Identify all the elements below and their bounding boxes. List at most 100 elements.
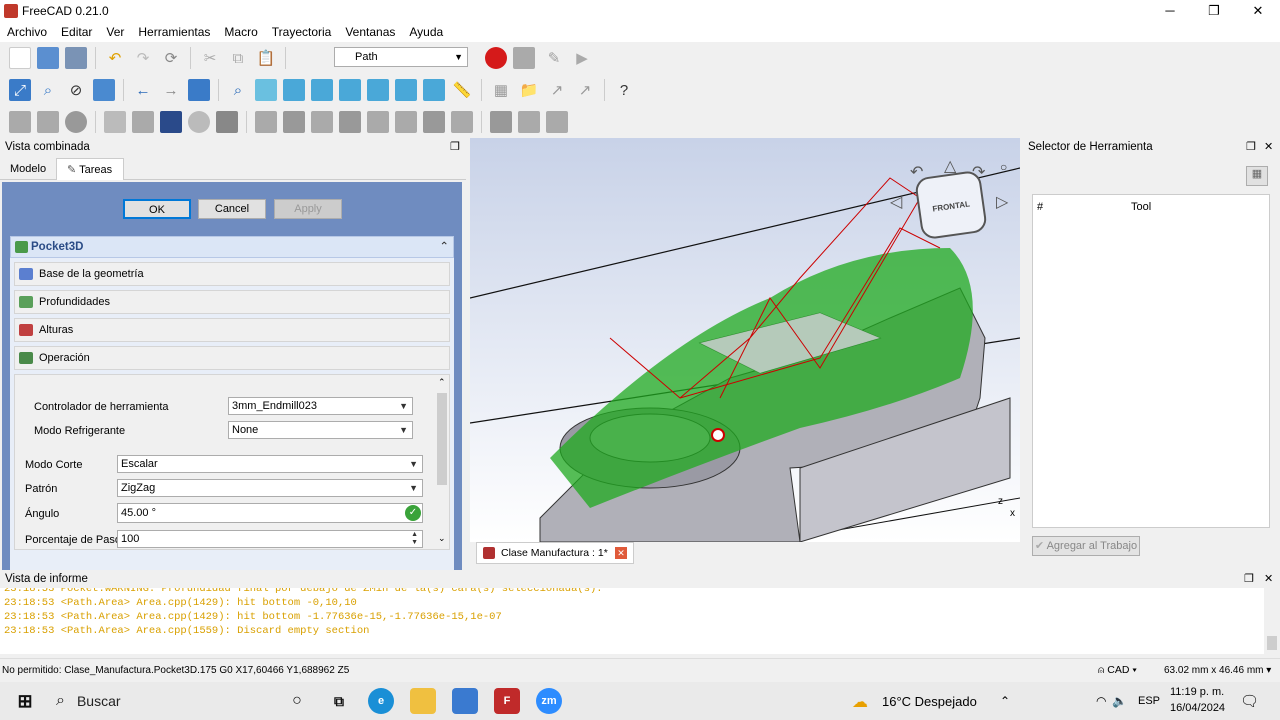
stop-macro-icon[interactable] xyxy=(513,47,535,69)
helix-icon[interactable] xyxy=(339,111,361,133)
3d-viewport[interactable]: ↶ △ ↷ ○ ◁ ▷ FRONTAL z x xyxy=(470,138,1020,542)
tool-library-button-icon[interactable]: ▦ xyxy=(1246,166,1268,186)
drilling-icon[interactable] xyxy=(451,111,473,133)
navcube-face[interactable]: FRONTAL xyxy=(914,169,988,241)
view-top-icon[interactable] xyxy=(311,79,333,101)
tool-controller-select[interactable]: 3mm_Endmill023 ▼ xyxy=(228,397,413,415)
tab-tareas[interactable]: ✎ Tareas xyxy=(56,158,124,180)
cancel-button[interactable]: Cancel xyxy=(198,199,266,219)
undo-icon[interactable]: ↶ xyxy=(104,47,126,69)
save-icon[interactable] xyxy=(65,47,87,69)
navcube-right-icon[interactable]: ▷ xyxy=(996,192,1008,212)
inspect-icon[interactable] xyxy=(132,111,154,133)
link-actions-icon[interactable]: ↗ xyxy=(574,79,596,101)
menu-herramientas[interactable]: Herramientas xyxy=(131,25,217,39)
close-tab-icon[interactable]: ✕ xyxy=(615,547,627,559)
tool-table[interactable]: # Tool xyxy=(1032,194,1270,528)
ok-button[interactable]: OK xyxy=(123,199,191,219)
apply-button[interactable]: Apply xyxy=(274,199,342,219)
engrave-icon[interactable] xyxy=(423,111,445,133)
forward-icon[interactable]: → xyxy=(160,79,182,101)
clock-time[interactable]: 11:19 p. m. xyxy=(1170,686,1224,698)
paste-icon[interactable]: 📋 xyxy=(255,47,277,69)
close-button[interactable]: ✕ xyxy=(1236,0,1280,22)
float-tool-panel-icon[interactable]: ❐ xyxy=(1246,140,1256,153)
dressup-icon[interactable] xyxy=(104,111,126,133)
navcube-left-icon[interactable]: ◁ xyxy=(890,192,902,212)
freecad-taskbar-icon[interactable]: F xyxy=(494,688,520,714)
zoom-icon[interactable]: ⌕ xyxy=(227,79,249,101)
coolant-select[interactable]: None ▼ xyxy=(228,421,413,439)
notifications-icon[interactable]: 🗨 xyxy=(1240,692,1259,710)
sanity-icon[interactable] xyxy=(65,111,87,133)
cut-icon[interactable]: ✂ xyxy=(199,47,221,69)
cortana-icon[interactable]: ○ xyxy=(284,688,310,714)
adaptive-icon[interactable] xyxy=(367,111,389,133)
collapse-icon[interactable]: ⌃ xyxy=(439,237,449,257)
col-tool-header[interactable]: Tool xyxy=(1131,201,1151,213)
edit-macro-icon[interactable]: ✎ xyxy=(543,47,565,69)
form-scrollbar[interactable]: ⌃ ⌄ xyxy=(435,375,449,549)
sync-view-icon[interactable] xyxy=(188,79,210,101)
close-tool-panel-icon[interactable]: ✕ xyxy=(1264,140,1273,153)
redo-icon[interactable]: ↷ xyxy=(132,47,154,69)
profile-icon[interactable] xyxy=(255,111,277,133)
fit-selection-icon[interactable]: ⌕ xyxy=(37,79,59,101)
slot-icon[interactable] xyxy=(395,111,417,133)
whats-this-icon[interactable]: ? xyxy=(613,79,635,101)
tray-chevron-icon[interactable]: ⌃ xyxy=(1000,694,1010,708)
minimize-button[interactable]: ─ xyxy=(1148,0,1192,22)
vcarve-icon[interactable] xyxy=(546,111,568,133)
menu-editar[interactable]: Editar xyxy=(54,25,99,39)
maximize-button[interactable]: ❐ xyxy=(1192,0,1236,22)
document-tab[interactable]: Clase Manufactura : 1* ✕ xyxy=(476,542,634,564)
section-depths[interactable]: Profundidades xyxy=(14,290,450,314)
back-icon[interactable]: ← xyxy=(132,79,154,101)
link-icon[interactable]: ↗ xyxy=(546,79,568,101)
zoom-app-icon[interactable]: zm xyxy=(536,688,562,714)
view-front-icon[interactable] xyxy=(283,79,305,101)
view-bottom-icon[interactable] xyxy=(395,79,417,101)
pattern-select[interactable]: ZigZag ▼ xyxy=(117,479,423,497)
face-icon[interactable] xyxy=(311,111,333,133)
menu-archivo[interactable]: Archivo xyxy=(0,25,54,39)
taskbar-search[interactable]: ⌕ Buscar xyxy=(46,682,276,720)
report-scrollbar[interactable] xyxy=(1264,588,1280,654)
menu-ayuda[interactable]: Ayuda xyxy=(402,25,450,39)
record-macro-icon[interactable] xyxy=(485,47,507,69)
view-left-icon[interactable] xyxy=(423,79,445,101)
navigation-style[interactable]: ⍝ CAD ▾ xyxy=(1098,664,1137,677)
add-to-job-button[interactable]: ✔ Agregar al Trabajo xyxy=(1032,536,1140,556)
waterline-icon[interactable] xyxy=(518,111,540,133)
close-report-icon[interactable]: ✕ xyxy=(1264,572,1273,585)
job-icon[interactable] xyxy=(9,111,31,133)
simulator-icon[interactable] xyxy=(160,111,182,133)
view-right-icon[interactable] xyxy=(339,79,361,101)
file-explorer-icon[interactable] xyxy=(410,688,436,714)
navcube-menu-icon[interactable]: ○ xyxy=(1000,160,1007,174)
workbench-selector[interactable]: Path ▼ xyxy=(334,47,468,67)
menu-ver[interactable]: Ver xyxy=(99,25,131,39)
clock-date[interactable]: 16/04/2024 xyxy=(1170,702,1225,714)
menu-trayectoria[interactable]: Trayectoria xyxy=(265,25,339,39)
group-icon[interactable]: 📁 xyxy=(518,79,540,101)
angle-input[interactable]: 45.00 ° ✓ xyxy=(117,503,423,523)
draw-style-icon[interactable]: ⊘ xyxy=(65,79,87,101)
open-folder-icon[interactable] xyxy=(37,47,59,69)
section-base-geometry[interactable]: Base de la geometría xyxy=(14,262,450,286)
volume-icon[interactable]: 🔈 xyxy=(1112,694,1127,708)
view-isometric-icon[interactable] xyxy=(255,79,277,101)
store-icon[interactable] xyxy=(452,688,478,714)
pocket-icon[interactable] xyxy=(283,111,305,133)
post-process-icon[interactable] xyxy=(37,111,59,133)
float-panel-icon[interactable]: ❐ xyxy=(450,140,460,153)
menu-macro[interactable]: Macro xyxy=(217,25,264,39)
part-icon[interactable]: ▦ xyxy=(490,79,512,101)
section-operation[interactable]: Operación xyxy=(14,346,450,370)
col-hash-header[interactable]: # xyxy=(1037,201,1043,213)
measure-icon[interactable]: 📏 xyxy=(451,79,473,101)
wifi-icon[interactable]: ◠ xyxy=(1096,694,1106,708)
edge-icon[interactable]: e xyxy=(368,688,394,714)
play-macro-icon[interactable]: ▶ xyxy=(571,47,593,69)
tab-modelo[interactable]: Modelo xyxy=(10,163,46,175)
